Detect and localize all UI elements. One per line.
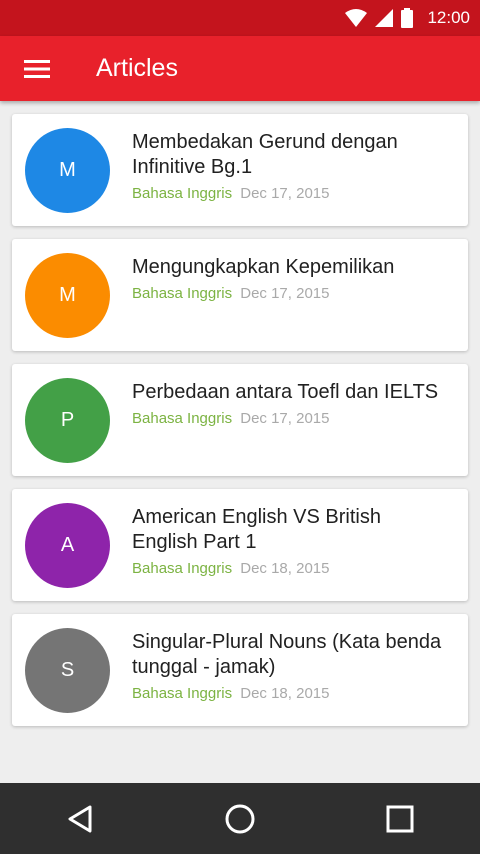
article-title: American English VS British English Part… [132,505,458,555]
article-title-line: tunggal - jamak) [132,656,276,678]
system-nav-bar [0,783,480,854]
menu-button[interactable] [0,36,74,101]
article-category: Bahasa Inggris [132,685,233,702]
article-meta: Bahasa Inggris Dec 18, 2015 [132,685,329,702]
article-title-line: Membedakan Gerund dengan [132,131,398,153]
back-icon [68,805,92,832]
back-button[interactable] [40,783,120,854]
article-title-line: Singular-Plural Nouns (Kata benda [132,631,442,653]
article-category: Bahasa Inggris [132,285,233,302]
article-meta: Bahasa Inggris Dec 17, 2015 [132,285,329,302]
article-title-line: English Part 1 [132,531,257,553]
article-title: Membedakan Gerund dengan Infinitive Bg.1 [132,130,458,180]
recents-button[interactable] [360,783,440,854]
home-button[interactable] [200,783,280,854]
article-card[interactable]: S Singular-Plural Nouns (Kata benda tung… [12,614,468,726]
article-category: Bahasa Inggris [132,185,233,202]
recents-icon [386,805,414,832]
avatar-initial: S [60,659,75,681]
status-icons: 12:00 [345,8,470,28]
app-bar: Articles [0,36,480,101]
article-card[interactable]: M Mengungkapkan Kepemilikan Bahasa Inggr… [12,239,468,351]
article-meta: Bahasa Inggris Dec 18, 2015 [132,560,329,577]
avatar-initial: M [59,284,76,306]
article-category: Bahasa Inggris [132,410,233,427]
status-time: 12:00 [427,8,470,27]
article-avatar: S [25,628,110,713]
article-date: Dec 17, 2015 [240,410,330,427]
page-title: Articles [96,54,178,82]
article-title-line: Mengungkapkan Kepemilikan [132,256,395,278]
article-card[interactable]: A American English VS British English Pa… [12,489,468,601]
article-avatar: P [25,378,110,463]
avatar-initial: P [60,409,75,431]
article-date: Dec 17, 2015 [240,185,330,202]
hamburger-menu-icon [24,59,50,78]
article-meta: Bahasa Inggris Dec 17, 2015 [132,410,329,427]
article-avatar: M [25,253,110,338]
article-meta: Bahasa Inggris Dec 17, 2015 [132,185,329,202]
article-title-line: American English VS British [132,506,381,528]
article-title: Perbedaan antara Toefl dan IELTS [132,380,458,405]
wifi-icon [345,9,368,27]
cell-signal-icon [375,9,394,27]
article-card[interactable]: P Perbedaan antara Toefl dan IELTS Bahas… [12,364,468,476]
article-category: Bahasa Inggris [132,560,233,577]
article-avatar: M [25,128,110,213]
article-avatar: A [25,503,110,588]
article-title-line: Perbedaan antara Toefl dan IELTS [132,381,439,403]
article-card[interactable]: M Membedakan Gerund dengan Infinitive Bg… [12,114,468,226]
battery-icon [401,8,414,28]
article-date: Dec 18, 2015 [240,685,330,702]
avatar-initial: A [60,534,75,556]
article-date: Dec 18, 2015 [240,560,330,577]
status-bar: 12:00 [0,0,480,36]
article-title: Singular-Plural Nouns (Kata benda tungga… [132,630,458,680]
avatar-initial: M [59,159,76,181]
article-title: Mengungkapkan Kepemilikan [132,255,458,280]
article-title-line: Infinitive Bg.1 [132,156,253,178]
article-date: Dec 17, 2015 [240,285,330,302]
home-icon [225,804,255,833]
